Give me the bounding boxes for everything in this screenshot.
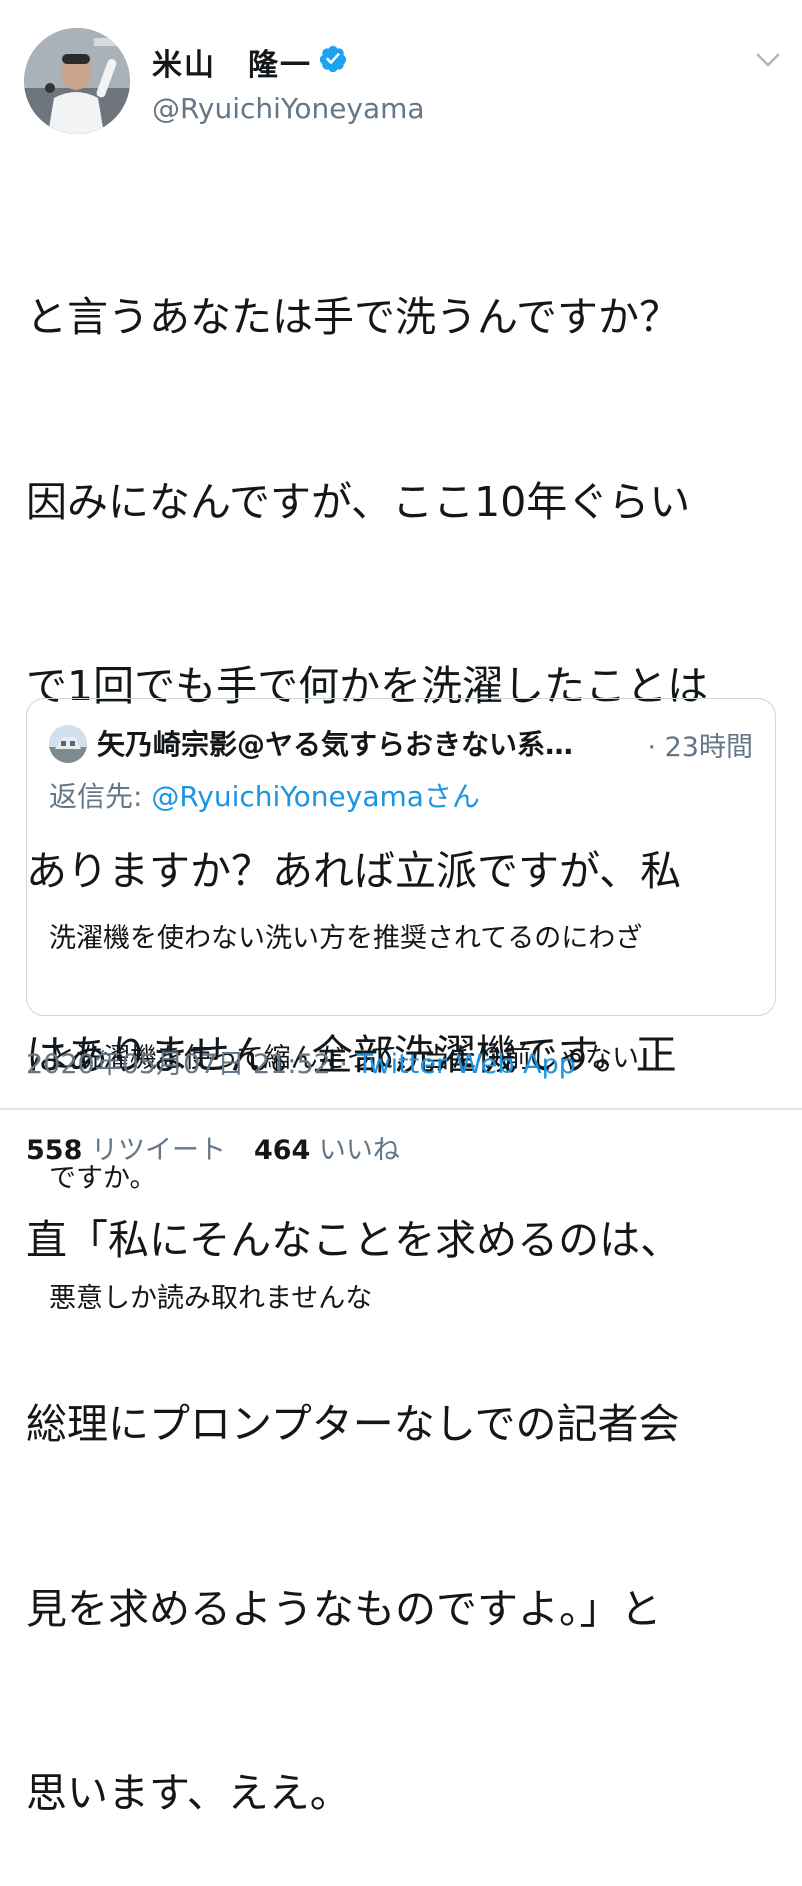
retweets-count: 558 [26,1135,83,1166]
quoted-author-name: 矢乃崎宗影@ヤる気すらおきない系… [97,728,574,761]
tweet-timestamp: 2020年05月07日 21:52 · Twitter Web App [26,1042,576,1081]
retweets-label: リツイート [82,1135,226,1166]
likes-label: いいね [310,1135,400,1166]
reply-prefix: 返信先: [49,780,152,813]
reply-mention-link[interactable]: @RyuichiYoneyamaさん [151,780,480,813]
tweet-text-line: と言うあなたは手で洗うんですか？ [26,293,680,341]
tweet-text-line: 因みになんですが、ここ10年ぐらい [26,477,691,526]
retweets-stat[interactable]: 558 リツイート [26,1135,226,1166]
tweet-text-line: 見を求めるようなものですよ。」と [26,1584,662,1633]
author-name[interactable]: 米山 隆一 [152,40,312,84]
source-link[interactable]: Twitter Web App [357,1049,576,1080]
quoted-text-line: 悪意しか読み取れませんな [49,1283,373,1314]
quoted-author-avatar [49,725,87,763]
quoted-reply-to: 返信先: @RyuichiYoneyamaさん [49,775,480,815]
author-avatar-image [24,28,130,134]
tweet-text-line: 総理にプロンプターなしでの記者会 [26,1400,680,1448]
tweet-text-line: 思います、ええ。 [26,1769,351,1817]
quoted-text-line: 洗濯機を使わない洗い方を推奨されてるのにわざ [49,923,643,954]
likes-count: 464 [253,1135,311,1166]
likes-stat[interactable]: 464 いいね [254,1135,400,1166]
quoted-author-avatar-image [49,725,87,763]
quoted-tweet-time: · 23時間 [647,732,753,763]
verified-badge-icon [319,45,347,73]
divider [0,1108,802,1110]
chevron-down-icon[interactable] [756,52,780,68]
author-avatar[interactable] [24,28,130,134]
timestamp-text[interactable]: 2020年05月07日 21:52 [26,1049,331,1080]
engagement-stats: 558 リツイート 464 いいね [26,1128,400,1167]
quoted-tweet-text: 洗濯機を使わない洗い方を推奨されてるのにわざ と洗濯機を使って縮んだって、当たり… [49,839,759,1399]
timestamp-separator: · [330,1049,357,1080]
quoted-tweet-card[interactable]: 矢乃崎宗影@ヤる気すらおきない系… · 23時間 返信先: @RyuichiYo… [26,698,776,1314]
author-handle[interactable]: @RyuichiYoneyama [152,92,425,125]
